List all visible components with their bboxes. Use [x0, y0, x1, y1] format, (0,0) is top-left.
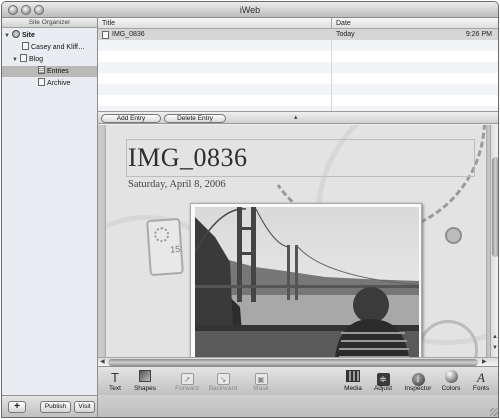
- disclosure-triangle-icon[interactable]: ▼: [12, 55, 20, 66]
- sidebar-item-archive[interactable]: Archive: [38, 78, 97, 89]
- send-backward-button[interactable]: ↘ Backward: [206, 370, 240, 396]
- add-entry-button[interactable]: Add Entry: [101, 114, 161, 123]
- mask-icon: ▣: [254, 373, 268, 385]
- sidebar-bottom-bar: + Publish Visit: [2, 395, 98, 417]
- tool-label: Forward: [175, 385, 199, 392]
- add-page-button[interactable]: +: [8, 401, 26, 413]
- status-bar: [98, 395, 498, 417]
- iweb-window: iWeb Site Organizer ▼ Site Casey and Klif…: [1, 1, 499, 418]
- scroll-left-arrow-icon[interactable]: ◀: [100, 358, 105, 365]
- scroll-up-arrow-icon[interactable]: ▲: [492, 334, 498, 340]
- bottom-toolbar: T Text Shapes ↗ Forward ↘ Backward ▣ Mas…: [98, 366, 498, 396]
- colors-icon: [444, 370, 458, 383]
- page-title[interactable]: IMG_0836: [128, 143, 248, 173]
- fonts-button[interactable]: A Fonts: [464, 370, 498, 396]
- window-title: iWeb: [239, 5, 261, 15]
- tool-label: Inspector: [404, 385, 432, 392]
- tool-label: Colors: [441, 385, 461, 392]
- sidebar-item-casey-and-kliff[interactable]: Casey and Kliff…: [22, 42, 97, 53]
- shapes-icon: [139, 370, 151, 382]
- scroll-right-arrow-icon[interactable]: ▶: [482, 358, 487, 365]
- entries-list-header: Title Date: [98, 18, 498, 29]
- media-button[interactable]: Media: [336, 370, 370, 396]
- tool-label: Mask: [253, 385, 269, 392]
- main-area: Title Date IMG_0836 Today 9:26 PM Add En…: [98, 18, 498, 395]
- tool-label: Backward: [208, 385, 238, 392]
- horizontal-scroll-thumb[interactable]: [108, 359, 478, 366]
- text-tool-button[interactable]: T Text: [98, 370, 132, 396]
- vertical-scroll-thumb[interactable]: [492, 157, 498, 257]
- column-divider: [331, 29, 332, 111]
- entries-list: IMG_0836 Today 9:26 PM: [98, 29, 498, 111]
- page-icon: [102, 31, 109, 39]
- title-bar: iWeb: [2, 2, 498, 18]
- tool-label: Shapes: [133, 385, 157, 392]
- globe-icon: [12, 30, 20, 38]
- list-item[interactable]: IMG_0836 Today 9:26 PM: [98, 29, 498, 40]
- resize-grip-icon[interactable]: [490, 408, 498, 416]
- visit-button[interactable]: Visit: [74, 401, 95, 413]
- calendar-graphic: 15.: [146, 217, 184, 277]
- adjust-button[interactable]: ≑ Adjust: [366, 370, 400, 396]
- tool-label: Adjust: [373, 385, 393, 392]
- sidebar-item-label: Site: [22, 32, 35, 39]
- fonts-icon: A: [477, 370, 485, 385]
- column-divider[interactable]: [331, 18, 332, 29]
- vertical-scrollbar[interactable]: ▲ ▼: [490, 125, 498, 357]
- calendar-ring: [153, 226, 170, 243]
- colors-button[interactable]: Colors: [434, 370, 468, 396]
- sidebar-item-blog[interactable]: ▼ Blog: [12, 54, 97, 65]
- bring-forward-icon: ↗: [180, 373, 194, 385]
- entries-grid-icon: [38, 66, 45, 74]
- arc-end-dot: [445, 227, 462, 244]
- tool-label: Media: [344, 385, 362, 392]
- entry-button-bar: Add Entry Delete Entry ▴: [98, 111, 498, 124]
- sidebar-item-label: Casey and Kliff…: [31, 44, 85, 51]
- disclosure-triangle-icon[interactable]: ▼: [4, 31, 12, 42]
- send-backward-icon: ↘: [216, 373, 230, 385]
- text-icon: T: [111, 370, 119, 385]
- golden-gate-photo: [195, 207, 419, 357]
- mask-button[interactable]: ▣ Mask: [244, 370, 278, 396]
- page-icon: [38, 78, 45, 86]
- tool-label: Text: [109, 385, 121, 392]
- bring-forward-button[interactable]: ↗ Forward: [170, 370, 204, 396]
- calendar-number: 15.: [169, 243, 184, 255]
- entry-title: IMG_0836: [112, 31, 145, 38]
- site-organizer-sidebar: Site Organizer ▼ Site Casey and Kliff… ▼ B…: [2, 18, 98, 395]
- blog-page: 15. IMG_0836 Saturday, April 8, 2006: [106, 125, 486, 357]
- sidebar-item-label: Blog: [29, 56, 44, 63]
- page-date[interactable]: Saturday, April 8, 2006: [128, 179, 226, 190]
- entry-date: Today: [336, 31, 355, 38]
- column-header-date[interactable]: Date: [336, 18, 351, 29]
- shapes-tool-button[interactable]: Shapes: [128, 370, 162, 396]
- splitter-handle-icon[interactable]: ▴: [294, 113, 298, 121]
- media-icon: [346, 370, 360, 382]
- site-organizer-header: Site Organizer: [2, 18, 97, 28]
- publish-button[interactable]: Publish: [40, 401, 71, 413]
- page-canvas: 15. IMG_0836 Saturday, April 8, 2006: [98, 125, 490, 357]
- delete-entry-button[interactable]: Delete Entry: [164, 114, 226, 123]
- sidebar-item-entries[interactable]: Entries: [2, 66, 97, 77]
- entry-time: 9:26 PM: [465, 31, 492, 38]
- sidebar-item-label: Entries: [47, 68, 69, 75]
- scroll-down-arrow-icon[interactable]: ▼: [492, 345, 498, 351]
- column-header-title[interactable]: Title: [102, 18, 115, 29]
- inspector-button[interactable]: i Inspector: [401, 370, 435, 396]
- page-icon: [20, 54, 27, 62]
- photo-placeholder[interactable]: [190, 203, 422, 357]
- page-icon: [22, 42, 29, 50]
- tool-label: Fonts: [472, 385, 490, 392]
- sidebar-item-site[interactable]: ▼ Site: [4, 30, 97, 41]
- sidebar-item-label: Archive: [47, 80, 71, 87]
